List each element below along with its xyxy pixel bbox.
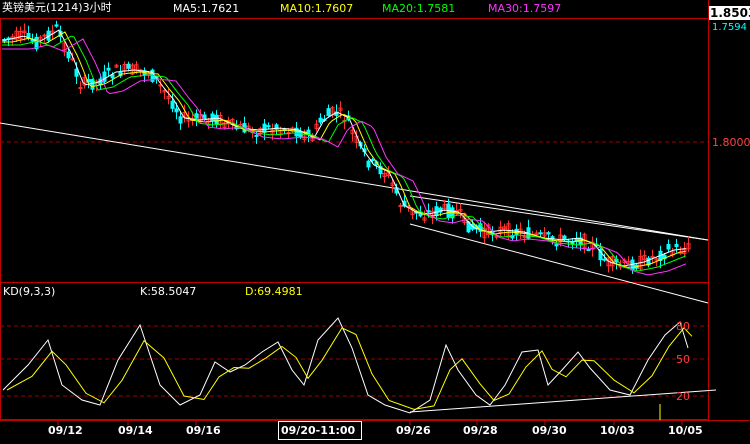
x-tick-label: 10/03 xyxy=(600,424,635,437)
upper-channel-line xyxy=(0,122,709,241)
candle-body xyxy=(170,100,175,109)
price-level-label: 1.8000 xyxy=(712,136,750,149)
candle-body xyxy=(370,159,375,162)
chart-canvas: 80 50 20 xyxy=(0,0,750,425)
kd-level-80: 80 xyxy=(676,320,690,333)
ma20-value: MA20:1.7581 xyxy=(382,2,456,15)
last-price-label: 1.7594 xyxy=(712,22,747,33)
candle-body xyxy=(54,24,59,27)
chart-title: 英镑美元(1214)3小时 xyxy=(2,1,112,14)
price-panel-frame xyxy=(0,18,709,283)
candle-body xyxy=(434,206,439,216)
candle-body xyxy=(602,258,607,261)
candle-body xyxy=(318,117,323,123)
candle-body xyxy=(674,243,679,248)
candles-group xyxy=(2,20,691,274)
kd-trendline xyxy=(409,389,717,413)
x-tick-label: 09/16 xyxy=(186,424,221,437)
kd-level-50: 50 xyxy=(676,353,690,366)
x-tick-label: 09/12 xyxy=(48,424,83,437)
kd-d-line xyxy=(6,327,693,410)
ma30-value: MA30:1.7597 xyxy=(488,2,562,15)
candle-body xyxy=(78,87,83,90)
kd-level-20: 20 xyxy=(676,390,690,403)
candle-body xyxy=(126,63,131,69)
candle-body xyxy=(554,243,559,247)
kd-k-line xyxy=(2,317,689,414)
candle-body xyxy=(266,125,271,128)
candle-body xyxy=(326,108,331,117)
candle-body xyxy=(178,116,183,124)
x-tick-label: 09/28 xyxy=(463,424,498,437)
current-price-box: 1.8503 xyxy=(709,6,750,20)
x-tick-label: 09/14 xyxy=(118,424,153,437)
candle-body xyxy=(210,113,215,122)
candle-body xyxy=(42,34,47,37)
crosshair-time-label: 09/20-11:00 xyxy=(278,421,362,440)
x-tick-label: 09/26 xyxy=(396,424,431,437)
candle-body xyxy=(262,123,267,133)
candle-body xyxy=(66,51,71,59)
candle-body xyxy=(106,67,111,71)
candle-body xyxy=(546,232,551,235)
candle-body xyxy=(110,74,115,79)
candle-body xyxy=(666,244,671,250)
candle-body xyxy=(174,108,179,113)
ma5-value: MA5:1.7621 xyxy=(173,2,240,15)
ma10-value: MA10:1.7607 xyxy=(280,2,354,15)
candle-body xyxy=(90,79,95,90)
candle-body xyxy=(74,68,79,77)
mid-channel-line xyxy=(409,195,709,241)
candle-body xyxy=(562,235,567,240)
x-tick-label: 09/30 xyxy=(532,424,567,437)
candle-body xyxy=(538,232,543,235)
candle-body xyxy=(586,248,591,251)
kd-k-value: K:58.5047 xyxy=(140,285,197,298)
candle-body xyxy=(366,160,371,168)
kd-d-value: D:69.4981 xyxy=(245,285,303,298)
candle-body xyxy=(102,71,107,82)
x-tick-label: 10/05 xyxy=(668,424,703,437)
candle-body xyxy=(254,134,259,137)
candle-body xyxy=(214,114,219,125)
kd-title: KD(9,3,3) xyxy=(3,285,56,298)
